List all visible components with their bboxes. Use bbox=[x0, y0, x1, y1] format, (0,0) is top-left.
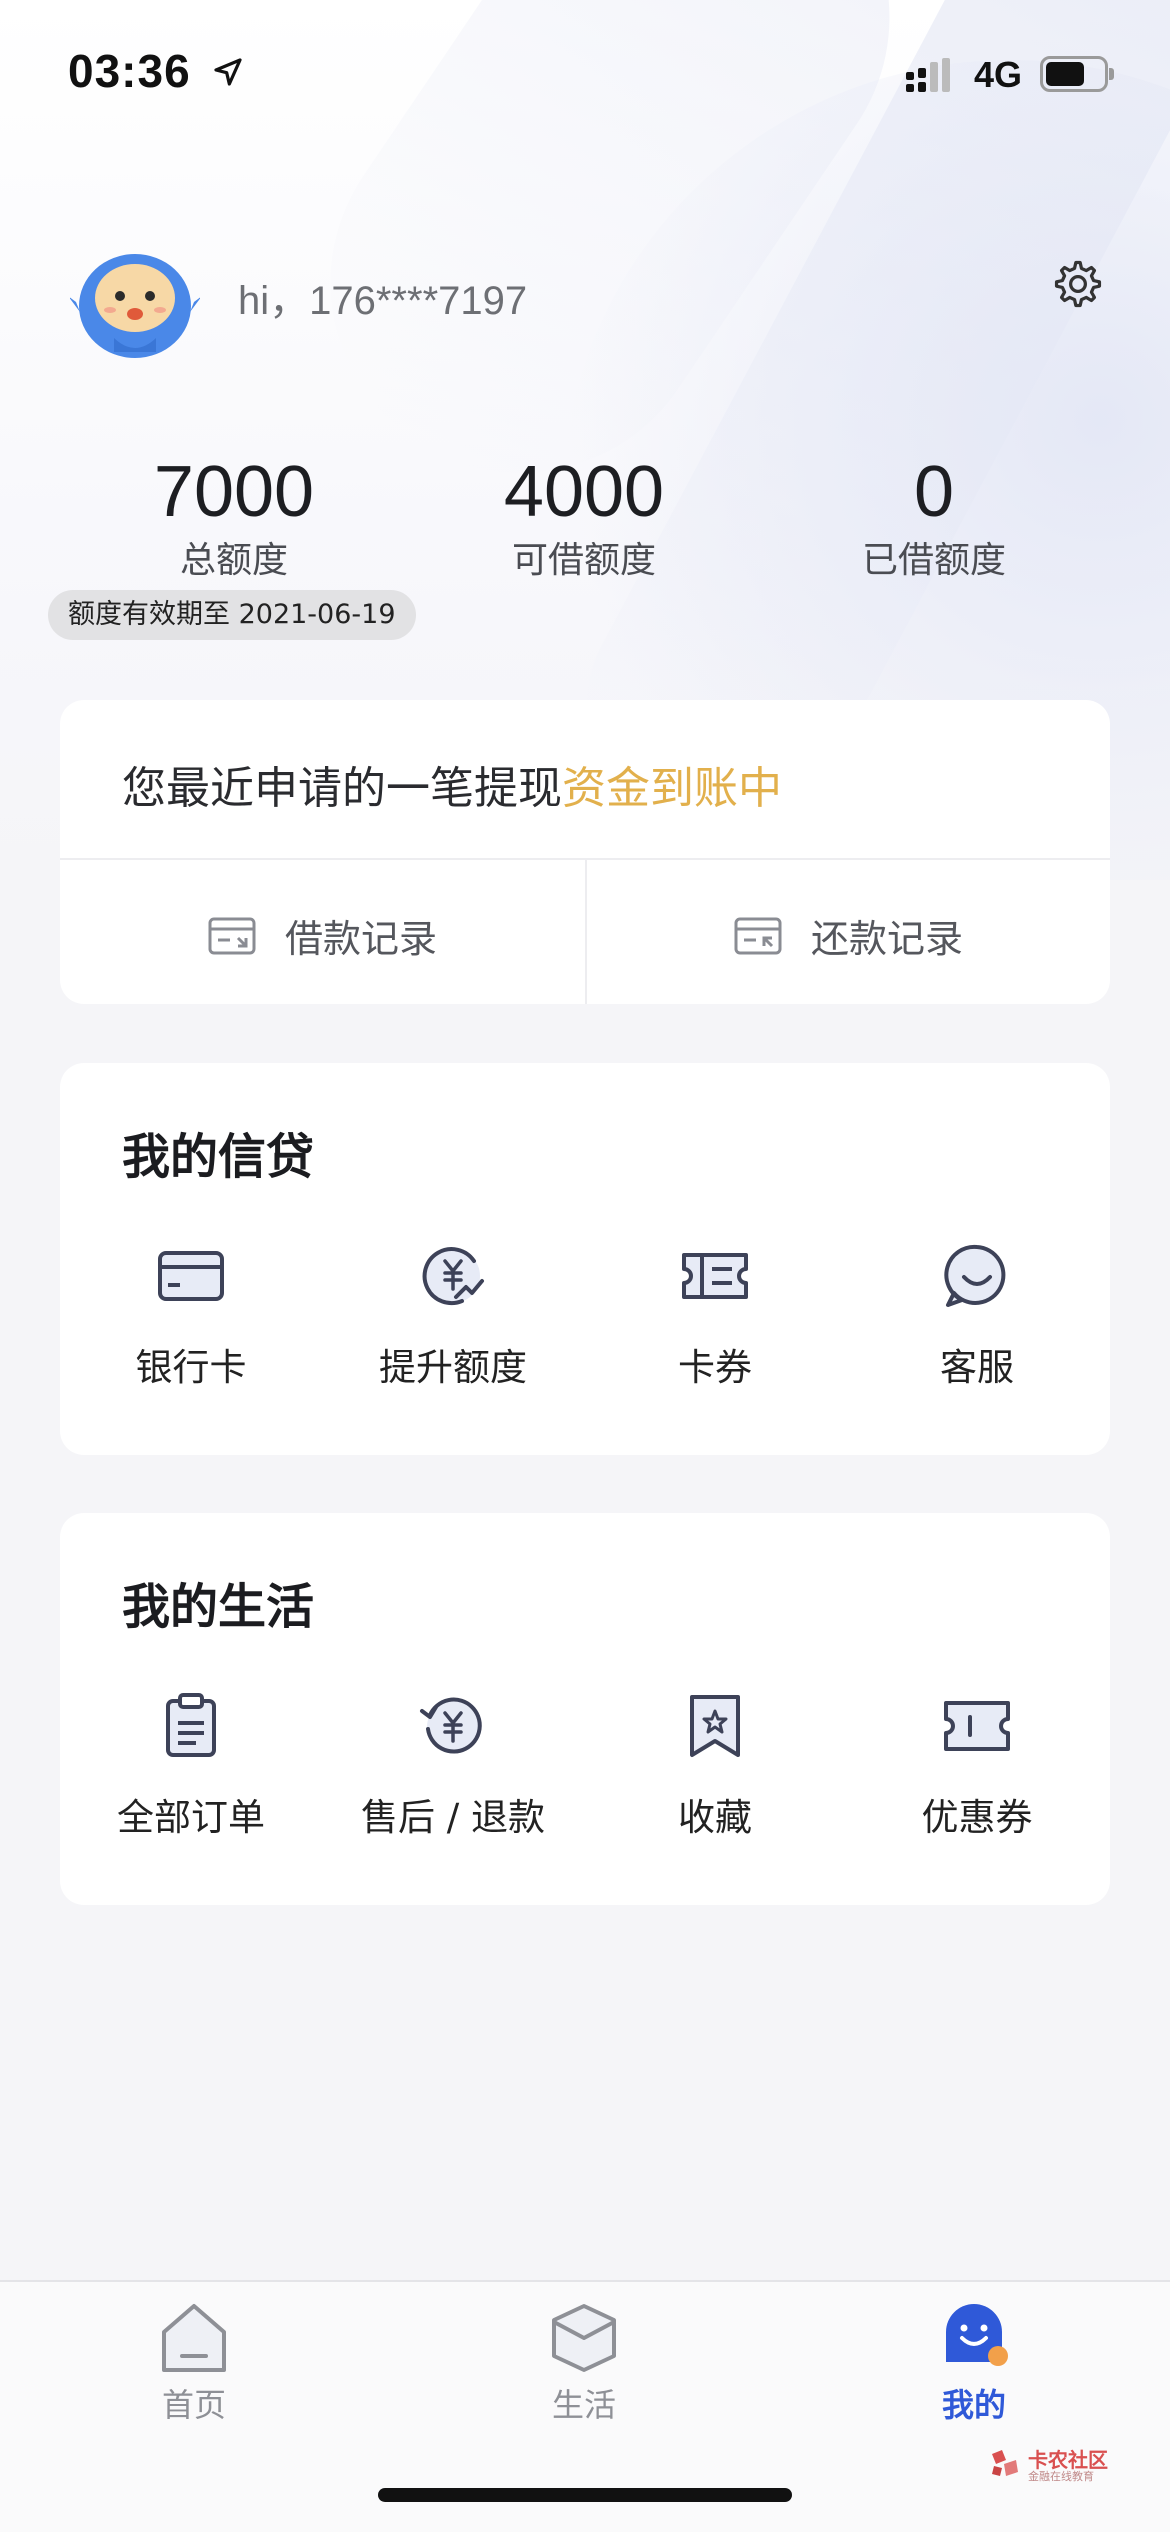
borrowed-credit: 0 已借额度 bbox=[764, 452, 1104, 586]
customer-service-label: 客服 bbox=[940, 1346, 1014, 1389]
my-life-section: 我的生活 全部订单 售后 / 退款 收藏 优惠券 bbox=[60, 1513, 1110, 1905]
refund-button[interactable]: 售后 / 退款 bbox=[322, 1689, 584, 1841]
bank-card-label: 银行卡 bbox=[135, 1346, 247, 1389]
coupon-icon bbox=[944, 1701, 1010, 1751]
watermark-subtext: 金融在线教育 bbox=[1028, 2470, 1094, 2483]
my-credit-title: 我的信贷 bbox=[122, 1129, 315, 1185]
loan-records-icon bbox=[208, 917, 256, 954]
repay-records-icon bbox=[734, 917, 782, 954]
battery-icon bbox=[1040, 56, 1114, 92]
tab-mine[interactable]: 我的 bbox=[874, 2300, 1074, 2426]
life-box-icon bbox=[552, 2304, 616, 2372]
orders-icon bbox=[166, 1693, 216, 1757]
total-credit-label: 总额度 bbox=[179, 540, 288, 581]
credit-validity-badge: 额度有效期至 2021-06-19 bbox=[48, 590, 416, 640]
home-icon bbox=[162, 2304, 226, 2372]
tab-home[interactable]: 首页 bbox=[94, 2300, 294, 2426]
tab-life[interactable]: 生活 bbox=[484, 2300, 684, 2426]
coupon-button[interactable]: 优惠券 bbox=[846, 1689, 1108, 1841]
all-orders-button[interactable]: 全部订单 bbox=[60, 1689, 322, 1841]
user-greeting: hi，176****7197 bbox=[238, 279, 528, 323]
home-indicator[interactable] bbox=[378, 2488, 792, 2502]
total-credit: 7000 总额度 bbox=[64, 452, 404, 586]
bank-card-button[interactable]: 银行卡 bbox=[60, 1239, 322, 1391]
mine-mascot-icon bbox=[946, 2304, 1008, 2366]
withdrawal-notice[interactable]: 您最近申请的一笔提现资金到账中 bbox=[122, 752, 782, 816]
card-coupon-icon bbox=[682, 1253, 748, 1299]
loan-records-label: 借款记录 bbox=[285, 917, 438, 961]
location-arrow-icon bbox=[214, 58, 242, 86]
raise-limit-button[interactable]: 提升额度 bbox=[322, 1239, 584, 1391]
signal-icon bbox=[906, 58, 950, 92]
borrowed-credit-value: 0 bbox=[913, 452, 955, 532]
watermark-logo-icon bbox=[992, 2450, 1018, 2476]
card-coupon-label: 卡券 bbox=[678, 1346, 752, 1389]
tab-home-label: 首页 bbox=[161, 2386, 226, 2424]
loan-records-button[interactable]: 借款记录 bbox=[60, 860, 585, 1004]
settings-gear-icon[interactable] bbox=[1052, 258, 1104, 310]
repay-records-button[interactable]: 还款记录 bbox=[585, 860, 1110, 1004]
all-orders-label: 全部订单 bbox=[117, 1796, 265, 1839]
tab-mine-label: 我的 bbox=[941, 2386, 1006, 2424]
available-credit-value: 4000 bbox=[503, 452, 665, 532]
total-credit-value: 7000 bbox=[153, 452, 315, 532]
repay-records-label: 还款记录 bbox=[811, 917, 964, 961]
avatar-mascot-icon[interactable] bbox=[70, 240, 200, 358]
raise-limit-label: 提升额度 bbox=[379, 1346, 527, 1389]
status-time: 03:36 bbox=[68, 45, 191, 97]
coupon-label: 优惠券 bbox=[921, 1796, 1033, 1839]
favorites-label: 收藏 bbox=[678, 1796, 752, 1839]
notice-highlight: 资金到账中 bbox=[562, 763, 782, 814]
bank-card-icon bbox=[158, 1251, 224, 1301]
my-life-title: 我的生活 bbox=[122, 1579, 315, 1635]
withdrawal-notice-card: 您最近申请的一笔提现资金到账中 借款记录 还款记录 bbox=[60, 700, 1110, 1004]
my-credit-section: 我的信贷 银行卡 提升额度 卡券 客服 bbox=[60, 1063, 1110, 1455]
notice-text: 您最近申请的一笔提现 bbox=[122, 763, 562, 814]
status-bar: 03:36 4G bbox=[0, 0, 1170, 150]
borrowed-credit-label: 已借额度 bbox=[861, 540, 1006, 581]
refund-icon bbox=[420, 1697, 482, 1754]
network-type: 4G bbox=[974, 54, 1023, 95]
available-credit-label: 可借额度 bbox=[511, 540, 656, 581]
refund-label: 售后 / 退款 bbox=[361, 1796, 545, 1839]
favorites-button[interactable]: 收藏 bbox=[584, 1689, 846, 1841]
watermark: 卡农社区 金融在线教育 bbox=[988, 2444, 1108, 2484]
tab-life-label: 生活 bbox=[551, 2386, 616, 2424]
raise-limit-icon bbox=[422, 1247, 484, 1306]
customer-service-button[interactable]: 客服 bbox=[846, 1239, 1108, 1391]
customer-service-icon bbox=[944, 1244, 1006, 1307]
favorites-icon bbox=[690, 1695, 740, 1757]
available-credit: 4000 可借额度 bbox=[414, 452, 754, 586]
card-coupon-button[interactable]: 卡券 bbox=[584, 1239, 846, 1391]
